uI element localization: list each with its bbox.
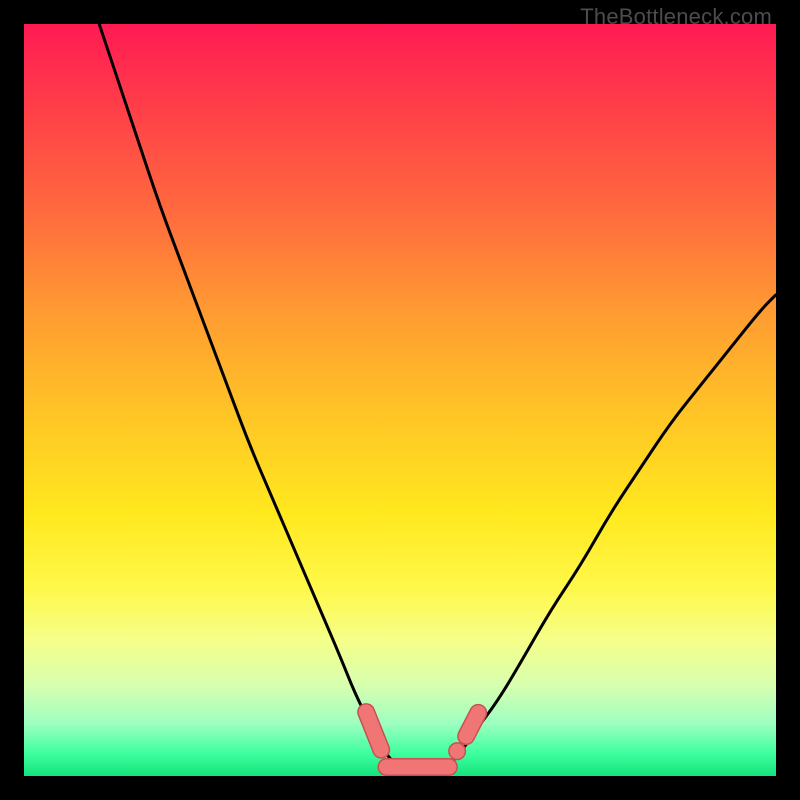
marker-capsule	[466, 713, 478, 736]
left-branch-curve	[99, 24, 400, 768]
chart-frame: TheBottleneck.com	[0, 0, 800, 800]
floor-markers	[366, 712, 478, 767]
marker-circle	[449, 743, 466, 760]
marker-capsule	[366, 712, 381, 750]
right-branch-curve	[445, 295, 776, 769]
curves-layer	[24, 24, 776, 776]
attribution-label: TheBottleneck.com	[580, 4, 772, 30]
